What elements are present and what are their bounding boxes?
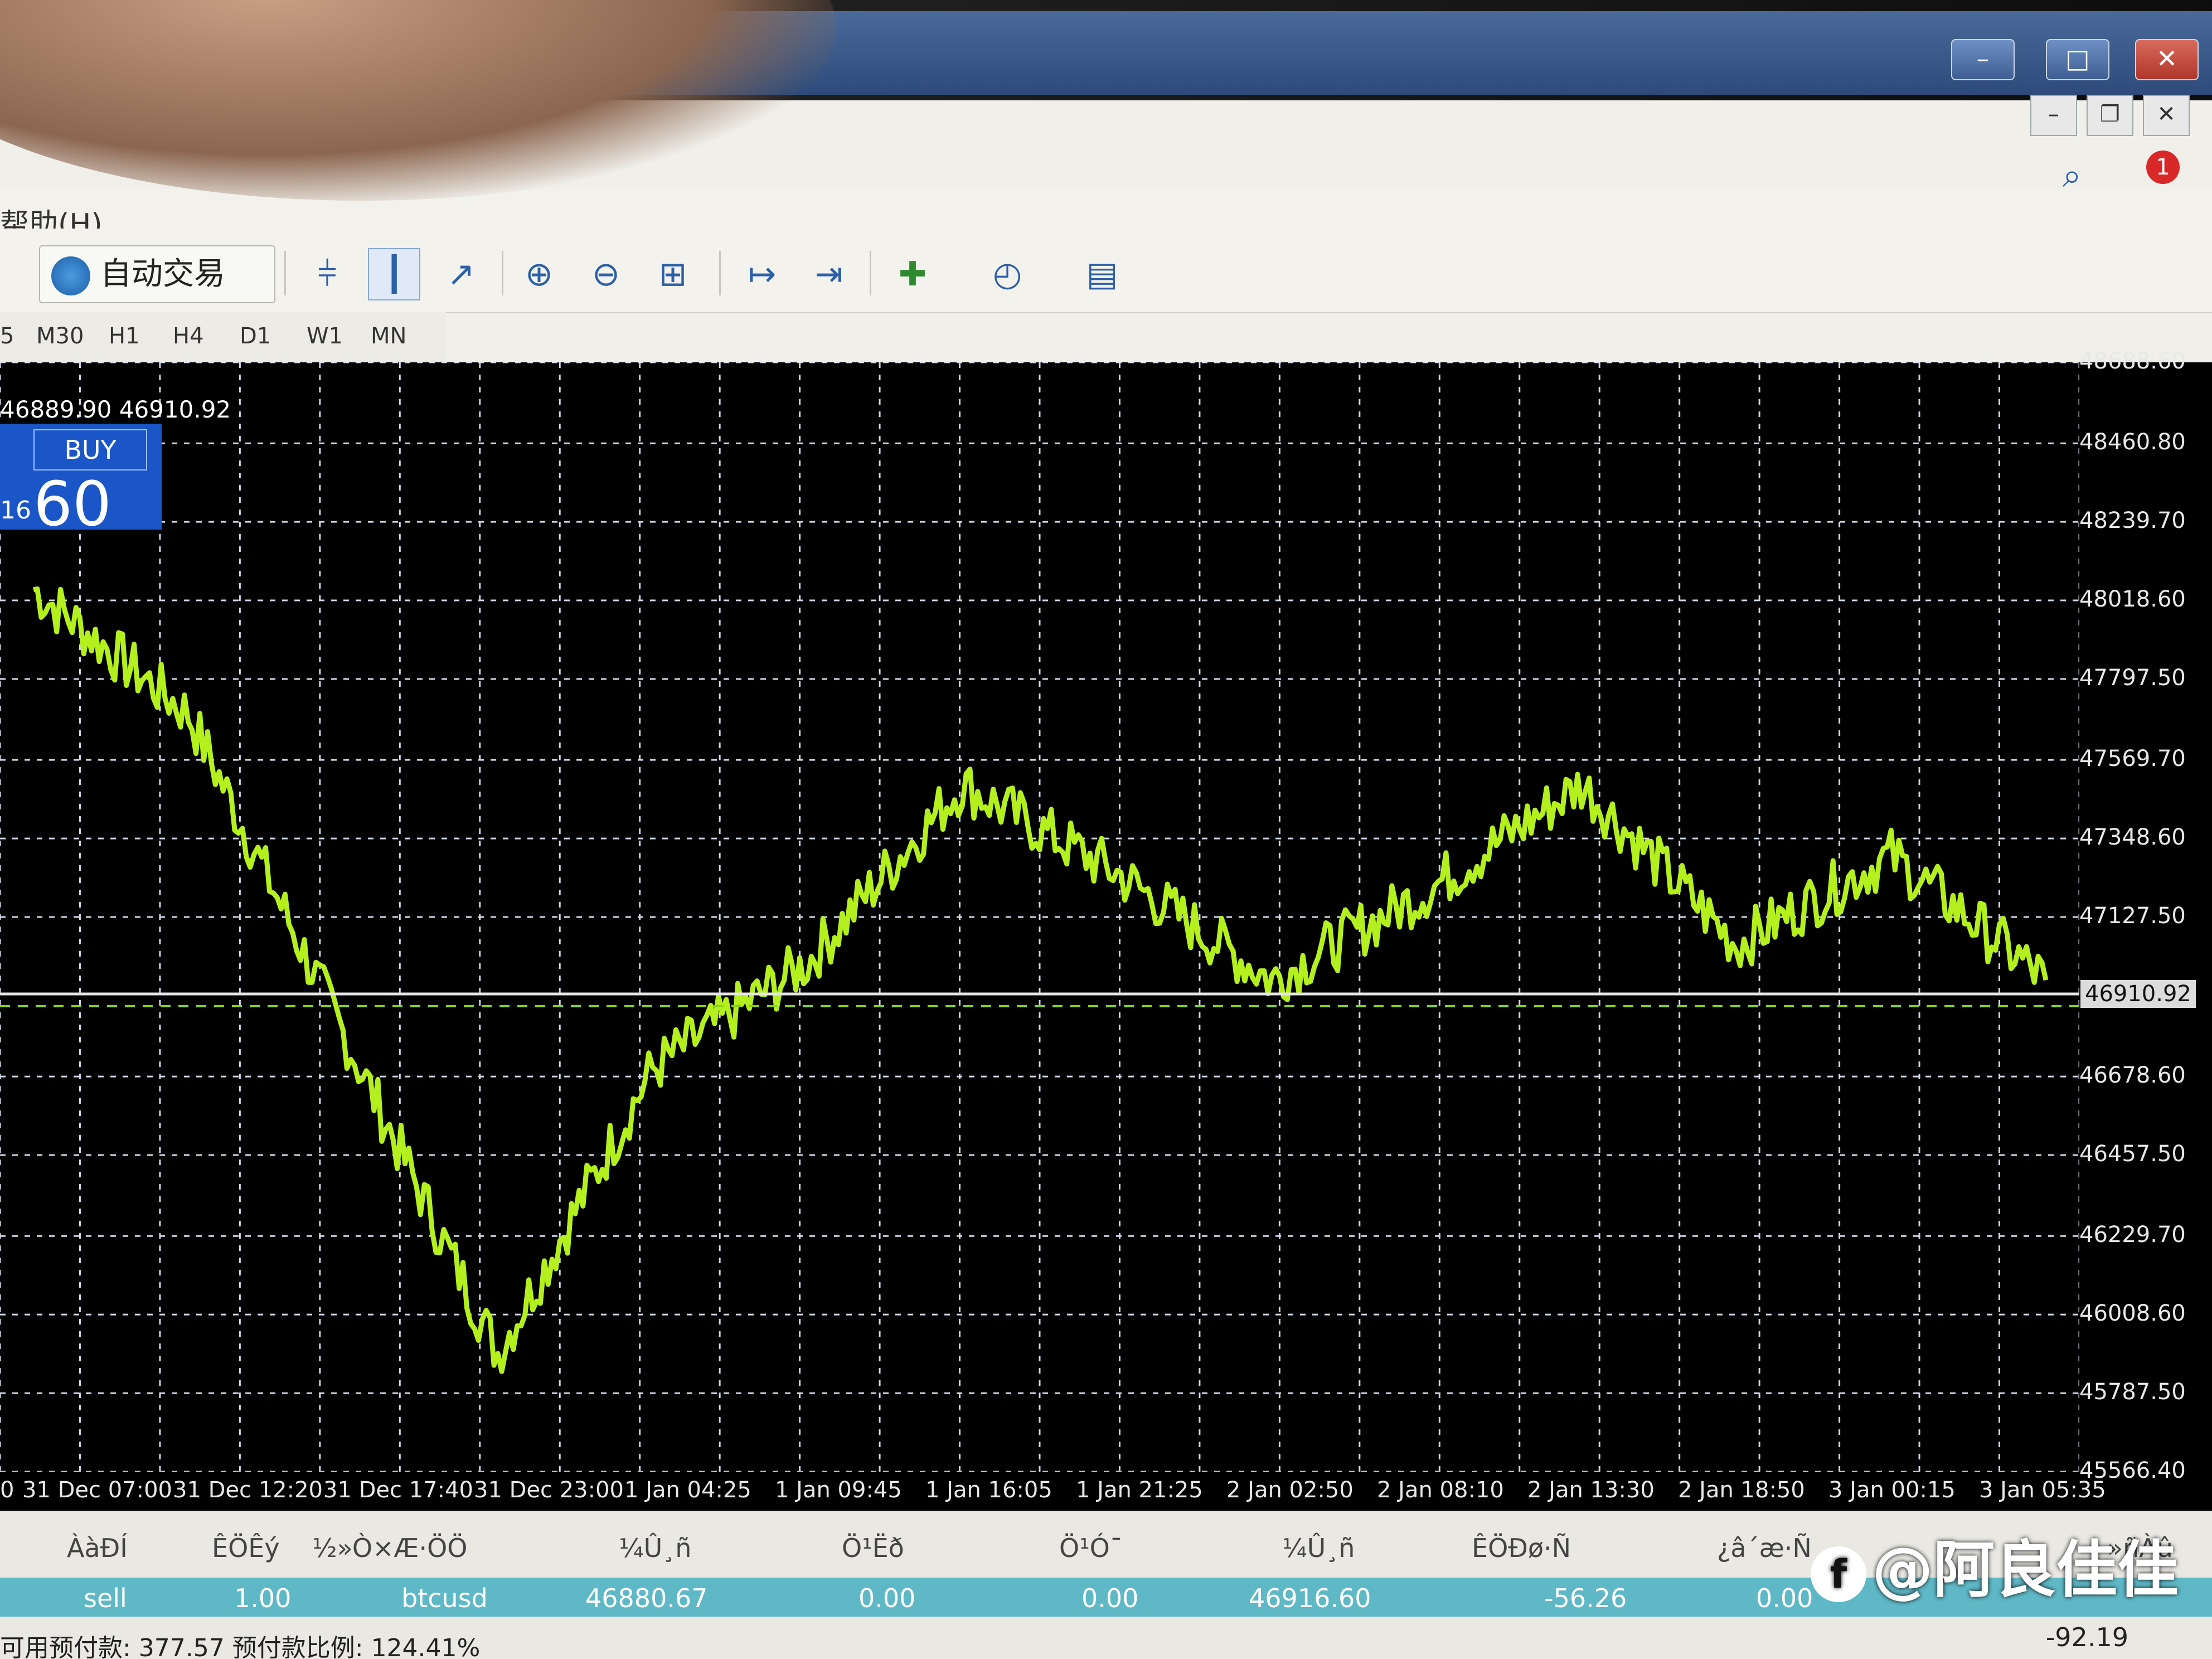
price-tick-label: 48239.70	[2079, 508, 2186, 534]
time-tick-label: 1 Jan 21:25	[1076, 1477, 1203, 1503]
buy-price-prefix: 16	[0, 496, 31, 525]
account-status: 可用预付款: 377.57 预付款比例: 124.41%	[0, 1634, 481, 1659]
price-tick-label: 48460.80	[2079, 429, 2186, 455]
order-tp: 0.00	[1081, 1583, 1139, 1613]
col-price: ¼Û¸ñ	[1282, 1533, 1355, 1563]
tf-d1[interactable]: D1	[240, 323, 271, 349]
notification-badge[interactable]: 1	[2146, 151, 2180, 184]
time-axis: 0 31 Dec 07:00 31 Dec 12:20 31 Dec 17:40 31 …	[0, 1472, 2106, 1511]
search-icon[interactable]: ⌕	[2063, 159, 2096, 192]
chart-restore-button[interactable]: ❐	[2086, 95, 2133, 136]
toolbar-separator	[284, 251, 286, 295]
order-price: 46916.60	[1249, 1583, 1371, 1613]
col-commission: ÊÖÐø·Ñ	[1472, 1533, 1571, 1563]
col-sl: Ö¹Ëð	[842, 1533, 904, 1563]
minimize-button[interactable]: –	[1951, 39, 2015, 80]
price-tick-label: 48688.60	[2079, 348, 2186, 374]
time-tick-label: 31 Dec 23:00	[474, 1477, 624, 1503]
price-tick-label: 47348.60	[2079, 824, 2186, 851]
col-symbol: ½»Ò×Æ·ÖÖ	[312, 1533, 468, 1563]
total-profit: -92.19	[2045, 1622, 2128, 1652]
watermark-text: @阿良佳佳	[1872, 1534, 2179, 1605]
chart-shift-icon[interactable]: ⇥	[803, 248, 855, 300]
chart-canvas	[0, 362, 2079, 1472]
symbol-bid-ask: 46889.90 46910.92	[0, 396, 231, 423]
bar-chart-icon[interactable]: ⫩	[301, 248, 353, 300]
price-axis: 48688.60 48460.80 48239.70 48018.60 47797.50…	[2079, 348, 2212, 1544]
chart-window-controls: – ❐ ✕	[2024, 95, 2190, 136]
chart-close-button[interactable]: ✕	[2143, 95, 2190, 136]
tile-windows-icon[interactable]: ⊞	[647, 248, 699, 300]
price-tick-label: 46008.60	[2079, 1301, 2186, 1327]
templates-icon[interactable]: ▤	[1076, 248, 1128, 300]
buy-price: 60	[33, 468, 111, 540]
order-swap: 0.00	[1756, 1583, 1813, 1613]
photo-of-monitor: – □ ✕ – ❐ ✕ 帮助(H) ⌕ 1 自动交易 ⫩ ┃ ↗ ⊕ ⊖ ⊞ ↦…	[0, 0, 2212, 1659]
time-tick-label: 3 Jan 05:35	[1979, 1477, 2106, 1503]
time-tick-label: 2 Jan 18:50	[1678, 1477, 1805, 1503]
order-open-price: 46880.67	[585, 1583, 708, 1613]
watermark: f @阿良佳佳	[1811, 1520, 2179, 1609]
order-sl: 0.00	[858, 1583, 916, 1613]
col-volume: ÊÖÊý	[212, 1533, 280, 1563]
timeframe-bar: 5 M30 H1 H4 D1 W1 MN	[0, 312, 446, 362]
col-open-price: ¼Û¸ñ	[619, 1533, 692, 1563]
time-tick-label: 2 Jan 13:30	[1527, 1477, 1655, 1503]
price-tick-label: 45787.50	[2079, 1379, 2186, 1405]
tf-w1[interactable]: W1	[307, 323, 343, 349]
chart-minimize-button[interactable]: –	[2030, 95, 2077, 136]
col-type: ÀàÐÍ	[67, 1533, 128, 1563]
order-commission: -56.26	[1544, 1583, 1627, 1613]
price-tick-label: 47797.50	[2079, 664, 2186, 691]
col-swap: ¿â´æ·Ñ	[1717, 1533, 1812, 1563]
one-click-trading-panel: BUY 16 60	[0, 424, 162, 540]
time-tick-label: 31 Dec 17:40	[323, 1477, 474, 1503]
order-symbol: btcusd	[401, 1583, 488, 1613]
time-tick-label: 2 Jan 02:50	[1226, 1477, 1354, 1503]
price-tick-label: 46678.60	[2079, 1063, 2186, 1089]
time-tick-label: 1 Jan 16:05	[925, 1477, 1052, 1503]
indicators-icon[interactable]: ✚	[886, 248, 939, 300]
line-chart-icon[interactable]: ↗	[435, 248, 487, 300]
price-chart[interactable]: 46889.90 46910.92 BUY 16 60	[0, 362, 2079, 1544]
tf-m30[interactable]: M30	[36, 323, 84, 349]
price-tick-label: 48018.60	[2079, 586, 2186, 613]
toolbar-separator	[719, 251, 721, 295]
periods-icon[interactable]: ◴	[981, 248, 1034, 300]
price-tick-label: 47127.50	[2079, 903, 2186, 929]
maximize-button[interactable]: □	[2046, 39, 2109, 80]
toolbar-separator	[870, 251, 871, 295]
autoscroll-icon[interactable]: ↦	[736, 248, 788, 300]
autotrade-icon	[51, 256, 90, 295]
tf-m5[interactable]: 5	[0, 323, 14, 349]
time-tick-label: 1 Jan 09:45	[775, 1477, 902, 1503]
autotrade-button[interactable]: 自动交易	[39, 245, 275, 303]
price-tick-label: 46457.50	[2079, 1141, 2186, 1167]
time-tick-label: 0	[0, 1477, 14, 1503]
candlestick-icon[interactable]: ┃	[368, 248, 420, 300]
current-price-tag: 46910.92	[2080, 980, 2196, 1008]
autotrade-label: 自动交易	[100, 256, 225, 292]
price-tick-label: 47569.70	[2079, 746, 2186, 772]
time-tick-label: 3 Jan 00:15	[1828, 1477, 1956, 1503]
buy-button[interactable]: BUY	[33, 429, 147, 470]
time-tick-label: 31 Dec 12:20	[173, 1477, 323, 1503]
tf-h1[interactable]: H1	[109, 323, 140, 349]
time-tick-label: 31 Dec 07:00	[22, 1477, 173, 1503]
zoom-out-icon[interactable]: ⊖	[580, 248, 632, 300]
order-volume: 1.00	[234, 1583, 292, 1613]
col-tp: Ö¹Ó¯	[1059, 1533, 1123, 1563]
toolbar-separator	[502, 251, 503, 295]
tf-h4[interactable]: H4	[173, 323, 204, 349]
time-tick-label: 1 Jan 04:25	[624, 1477, 751, 1503]
weibo-logo-icon: f	[1811, 1546, 1866, 1602]
zoom-in-icon[interactable]: ⊕	[513, 248, 565, 300]
time-tick-label: 2 Jan 08:10	[1377, 1477, 1504, 1503]
tf-mn[interactable]: MN	[371, 323, 406, 349]
price-tick-label: 46229.70	[2079, 1222, 2186, 1248]
close-button[interactable]: ✕	[2135, 39, 2199, 80]
order-type: sell	[84, 1583, 127, 1613]
toolbar: 自动交易 ⫩ ┃ ↗ ⊕ ⊖ ⊞ ↦ ⇥ ✚ ◴ ▤	[0, 229, 2212, 313]
